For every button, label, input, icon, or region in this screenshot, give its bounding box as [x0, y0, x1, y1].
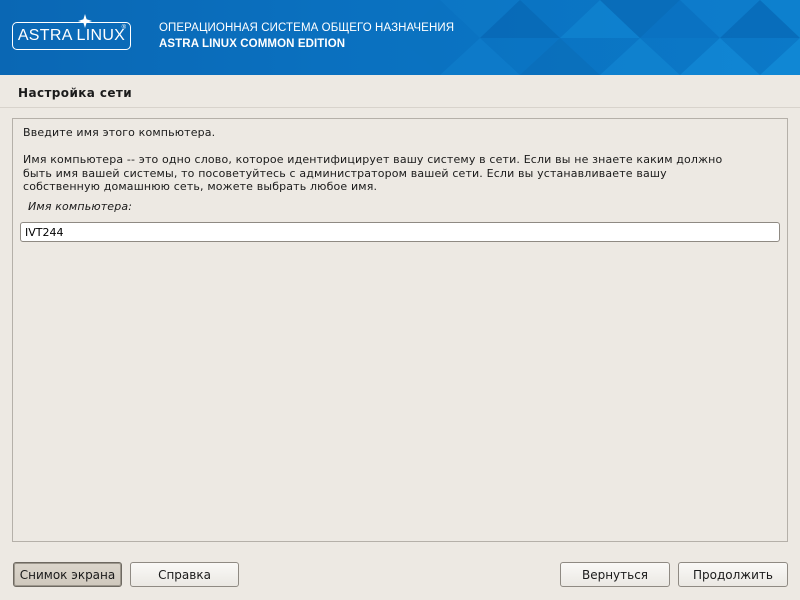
description-text: Имя компьютера -- это одно слово, которо… — [23, 153, 723, 193]
continue-button[interactable]: Продолжить — [678, 562, 788, 587]
content-panel: Введите имя этого компьютера. Имя компью… — [12, 118, 788, 542]
hostname-input[interactable] — [20, 222, 780, 242]
banner-subtitle: ОПЕРАЦИОННАЯ СИСТЕМА ОБЩЕГО НАЗНАЧЕНИЯ — [159, 22, 455, 34]
astra-linux-logo: ASTRA LINUX ® — [12, 14, 131, 50]
logo-text: ASTRA LINUX — [17, 27, 126, 44]
registered-mark: ® — [121, 25, 126, 31]
header-banner: ASTRA LINUX ® ОПЕРАЦИОННАЯ СИСТЕМА ОБЩЕГ… — [0, 0, 800, 75]
back-button[interactable]: Вернуться — [560, 562, 670, 587]
screenshot-button[interactable]: Снимок экрана — [13, 562, 122, 587]
help-button[interactable]: Справка — [130, 562, 239, 587]
star-icon — [78, 14, 92, 28]
page-title: Настройка сети — [18, 86, 133, 100]
title-divider — [0, 107, 800, 108]
intro-text: Введите имя этого компьютера. — [23, 126, 216, 139]
banner-edition: ASTRA LINUX COMMON EDITION — [159, 38, 346, 50]
hostname-label: Имя компьютера: — [28, 200, 133, 213]
